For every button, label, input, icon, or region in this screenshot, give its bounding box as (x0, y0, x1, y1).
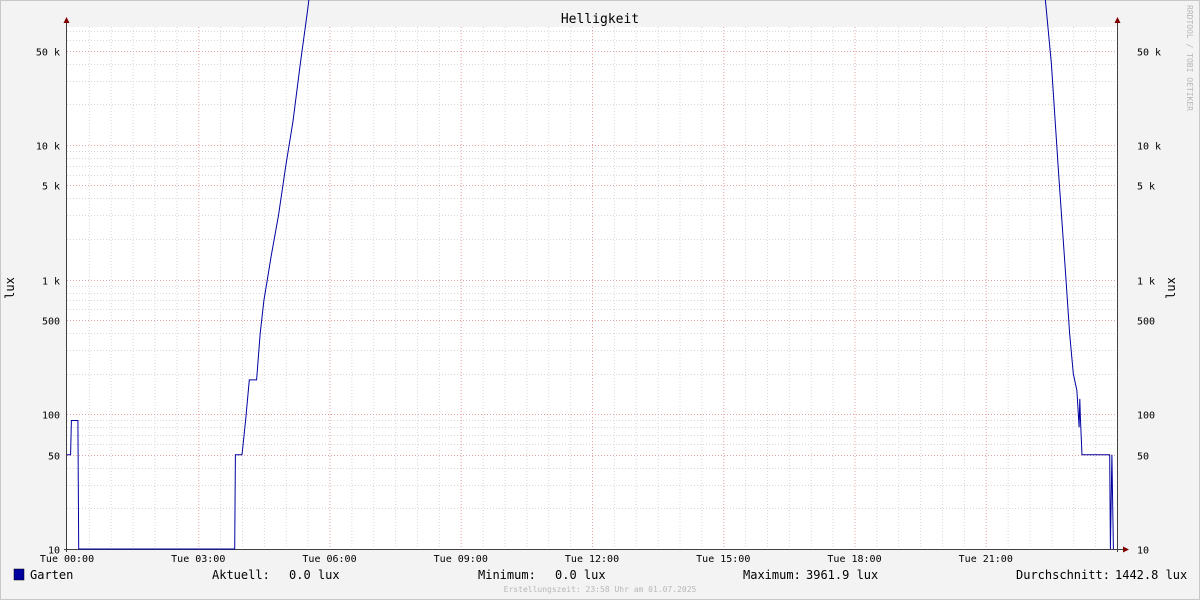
y-tick-label: 500 (42, 317, 60, 328)
legend-avg-label: Durchschnitt: (1016, 568, 1110, 582)
y-tick-label: 50 (48, 452, 60, 463)
y-tick-label: 1 k (1137, 277, 1155, 288)
graph-window: 10 50 100 500 1 k5 k 10 k 50 k 10 50 100 500 1 k5 … (0, 0, 1200, 600)
y-tick-label: 500 (1137, 317, 1155, 328)
legend-min-label: Minimum: (478, 568, 536, 582)
creation-timestamp: Erstellungszeit: 23:58 Uhr am 01.07.2025 (504, 585, 697, 594)
brightness-chart: 10501005001 k5 k10 k50 k 10501005001 k5 … (0, 0, 1200, 600)
y-tick-label: 100 (1137, 411, 1155, 422)
x-tick-label: Tue 03:00 (171, 554, 225, 565)
y-axis-label-right: lux (1164, 277, 1178, 299)
legend-current-label: Aktuell: (212, 568, 270, 582)
legend-avg-value: 1442.8 lux (1115, 568, 1187, 582)
x-tick-label: Tue 12:00 (565, 554, 619, 565)
x-tick-label: Tue 09:00 (434, 554, 488, 565)
y-tick-label: 50 k (1137, 48, 1161, 59)
chart-title: Helligkeit (561, 12, 639, 27)
legend-current-value: 0.0 lux (289, 568, 340, 582)
legend-max-label: Maximum: (743, 568, 801, 582)
legend-series-name: Garten (30, 568, 73, 582)
x-tick-label: Tue 21:00 (959, 554, 1013, 565)
y-axis-label-left: lux (3, 277, 17, 299)
y-tick-label: 100 (42, 411, 60, 422)
legend-max-value: 3961.9 lux (806, 568, 878, 582)
y-tick-label: 10 k (36, 142, 60, 153)
x-tick-label: Tue 18:00 (827, 554, 881, 565)
legend-min-value: 0.0 lux (555, 568, 606, 582)
y-tick-label: 10 k (1137, 142, 1161, 153)
legend-swatch (13, 568, 25, 581)
rrdtool-credit: RRDTOOL / TOBI OETIKER (1185, 5, 1194, 111)
x-tick-label: Tue 15:00 (696, 554, 750, 565)
y-tick-label: 1 k (42, 277, 60, 288)
y-tick-label: 10 (1137, 546, 1149, 557)
y-tick-label: 50 k (36, 48, 60, 59)
y-tick-label: 50 (1137, 452, 1149, 463)
x-tick-label: Tue 00:00 (40, 554, 94, 565)
y-tick-label: 5 k (42, 182, 60, 193)
y-tick-label: 5 k (1137, 182, 1155, 193)
x-tick-label: Tue 06:00 (302, 554, 356, 565)
